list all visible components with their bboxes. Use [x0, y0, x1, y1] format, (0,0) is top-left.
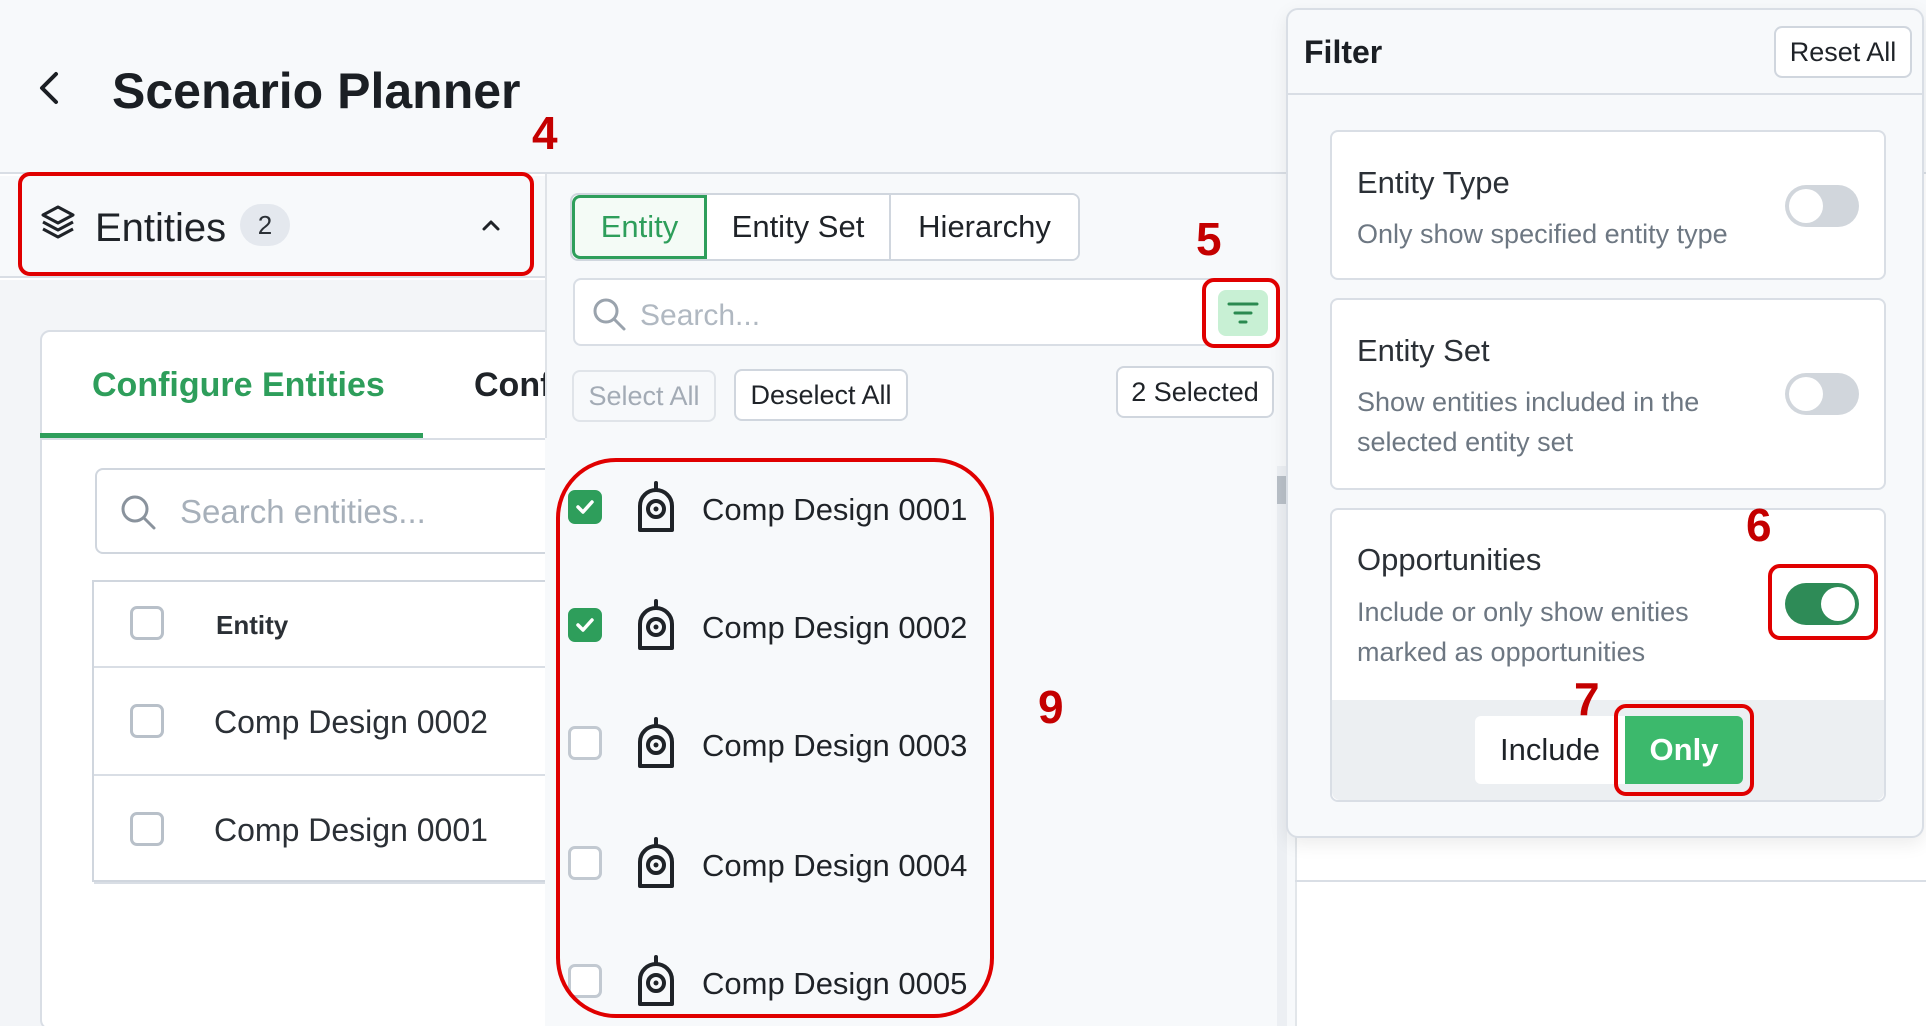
right-divider [1295, 880, 1926, 882]
entity-set-title: Entity Set [1357, 333, 1490, 368]
search-icon [118, 492, 158, 537]
page-title: Scenario Planner [112, 63, 521, 119]
item-checkbox[interactable] [568, 608, 602, 642]
item-label: Comp Design 0001 [702, 492, 968, 527]
entity-table: Entity Comp Design 0002 Comp Design 0001 [92, 580, 564, 884]
mode-entity-tab[interactable]: Entity [572, 195, 707, 259]
entity-search-input[interactable] [180, 490, 540, 534]
item-label: Comp Design 0005 [702, 966, 968, 1001]
entity-set-desc: Show entities included in the selected e… [1357, 387, 1700, 457]
select-all-button[interactable]: Select All [572, 370, 716, 422]
tabs-divider [40, 438, 550, 440]
table-row[interactable]: Comp Design 0002 [94, 668, 564, 776]
tab-configure-other[interactable]: Conf [474, 366, 551, 405]
column-header-entity: Entity [216, 610, 289, 640]
table-header-row: Entity [94, 582, 564, 668]
target-entity-icon [632, 598, 680, 657]
target-entity-icon [632, 836, 680, 895]
row-checkbox[interactable] [130, 704, 164, 738]
item-checkbox[interactable] [568, 846, 602, 880]
search-icon [590, 295, 628, 338]
item-label: Comp Design 0003 [702, 728, 968, 763]
opportunities-title: Opportunities [1357, 542, 1542, 577]
opportunities-desc: Include or only show enities marked as o… [1357, 597, 1689, 667]
tab-configure-entities[interactable]: Configure Entities [92, 366, 385, 405]
annotation-number: 4 [532, 107, 558, 159]
item-checkbox[interactable] [568, 726, 602, 760]
item-checkbox[interactable] [568, 964, 602, 998]
checkmark-icon [576, 618, 594, 632]
mode-hierarchy-tab[interactable]: Hierarchy [891, 195, 1078, 259]
entities-label: Entities [95, 206, 227, 250]
entity-set-toggle[interactable] [1785, 373, 1859, 415]
filter-button[interactable] [1218, 290, 1268, 336]
reset-all-button[interactable]: Reset All [1774, 26, 1912, 78]
filter-icon [1227, 302, 1259, 324]
selected-count-badge: 2 Selected [1116, 366, 1274, 418]
row-entity-name: Comp Design 0001 [214, 812, 488, 848]
mode-segmented-control: Entity Entity Set Hierarchy [570, 193, 1080, 261]
entity-type-desc: Only show specified entity type [1357, 219, 1728, 249]
target-entity-icon [632, 716, 680, 775]
filter-divider [1288, 93, 1922, 95]
annotation-number: 9 [1038, 681, 1064, 733]
chevron-up-icon[interactable] [478, 212, 504, 243]
only-button[interactable]: Only [1625, 716, 1743, 784]
target-entity-icon [632, 954, 680, 1013]
row-checkbox[interactable] [130, 812, 164, 846]
picker-search-input[interactable] [640, 296, 1180, 336]
entity-type-toggle[interactable] [1785, 185, 1859, 227]
include-button[interactable]: Include [1475, 716, 1625, 784]
annotation-number: 7 [1574, 673, 1600, 725]
item-label: Comp Design 0002 [702, 610, 968, 645]
item-checkbox[interactable] [568, 490, 602, 524]
target-entity-icon [632, 480, 680, 539]
opportunities-toggle[interactable] [1785, 583, 1859, 625]
entities-count-badge: 2 [240, 204, 290, 246]
header-checkbox[interactable] [130, 606, 164, 640]
table-row[interactable]: Comp Design 0001 [94, 776, 564, 884]
mode-entity-set-tab[interactable]: Entity Set [707, 195, 891, 259]
row-entity-name: Comp Design 0002 [214, 704, 488, 740]
annotation-number: 5 [1196, 213, 1222, 265]
annotation-number: 6 [1746, 499, 1772, 551]
back-arrow-icon[interactable] [30, 66, 66, 110]
checkmark-icon [576, 500, 594, 514]
deselect-all-button[interactable]: Deselect All [734, 369, 908, 421]
item-label: Comp Design 0004 [702, 848, 968, 883]
filter-title: Filter [1304, 34, 1383, 70]
entity-type-title: Entity Type [1357, 165, 1510, 200]
layers-icon [38, 202, 78, 247]
